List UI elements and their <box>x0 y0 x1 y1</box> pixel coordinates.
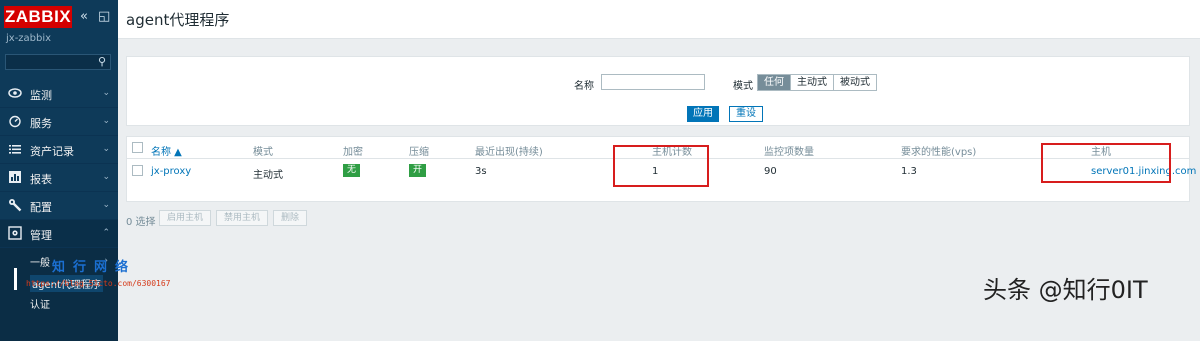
mode-option-passive[interactable]: 被动式 <box>834 75 876 90</box>
name-filter-label: 名称 <box>574 81 594 92</box>
filter-panel: 名称 模式 任何 主动式 被动式 应用 重设 <box>126 56 1190 126</box>
sidebar-item-services[interactable]: 服务 ⌄ <box>0 108 118 136</box>
proxy-mode: 主动式 <box>253 170 283 181</box>
chevron-down-icon: ⌄ <box>102 144 110 154</box>
mode-option-active[interactable]: 主动式 <box>791 75 834 90</box>
chevron-down-icon: ⌄ <box>102 172 110 182</box>
row-checkbox[interactable] <box>132 165 143 176</box>
delete-button[interactable]: 删除 <box>273 210 308 226</box>
mode-filter-segmented: 任何 主动式 被动式 <box>757 74 877 91</box>
submenu-item-authentication[interactable]: 认证 <box>30 296 50 311</box>
enable-hosts-button[interactable]: 启用主机 <box>159 210 212 226</box>
selected-count: 0 选择 <box>126 217 156 228</box>
wrench-icon <box>8 198 22 212</box>
chevron-down-icon: ⌄ <box>102 88 110 98</box>
eye-icon <box>8 86 22 100</box>
clock-icon <box>8 114 22 128</box>
sidebar-item-label: 监测 <box>30 89 52 102</box>
column-header-mode: 模式 <box>253 147 273 158</box>
sidebar-item-label: 配置 <box>30 201 52 214</box>
watermark-url: https://blog.51cto.com/6300167 <box>26 279 171 288</box>
page-header: agent代理程序 <box>118 0 1200 39</box>
sidebar-menu: 监测 ⌄ 服务 ⌄ 资产记录 ⌄ 报表 ⌄ 配置 ⌄ 管理 ⌃ 一般 › age… <box>0 80 118 341</box>
column-header-compression: 压缩 <box>409 147 429 158</box>
column-header-required-performance: 要求的性能(vps) <box>901 147 977 158</box>
sidebar-item-monitoring[interactable]: 监测 ⌄ <box>0 80 118 108</box>
sidebar-item-configuration[interactable]: 配置 ⌄ <box>0 192 118 220</box>
required-performance-value: 1.3 <box>901 166 917 177</box>
selected-indicator <box>14 268 17 290</box>
mode-option-any[interactable]: 任何 <box>758 75 791 90</box>
list-icon <box>8 142 22 156</box>
reset-button[interactable]: 重设 <box>729 106 763 122</box>
column-header-last-seen: 最近出现(持续) <box>475 147 543 158</box>
gear-icon <box>8 226 22 240</box>
sidebar-item-label: 服务 <box>30 117 52 130</box>
apply-button[interactable]: 应用 <box>687 106 719 122</box>
proxies-table: 名称 ▲ 模式 加密 压缩 最近出现(持续) 主机计数 监控项数量 要求的性能(… <box>126 136 1196 202</box>
sidebar-item-inventory[interactable]: 资产记录 ⌄ <box>0 136 118 164</box>
proxy-name-link[interactable]: jx-proxy <box>151 166 191 177</box>
name-filter-input[interactable] <box>601 74 705 90</box>
zabbix-logo[interactable]: ZABBIX <box>4 6 72 28</box>
watermark-text: 知行网络 <box>52 260 137 275</box>
sidebar-search-input[interactable]: ⚲ <box>5 54 111 70</box>
chevron-down-icon: ⌄ <box>102 200 110 210</box>
highlight-box-hosts <box>1041 143 1171 183</box>
submenu-item-general[interactable]: 一般 <box>30 254 50 269</box>
kiosk-mode-icon[interactable]: ◱ <box>98 10 110 24</box>
chevron-down-icon: ⌄ <box>102 116 110 126</box>
sidebar-item-label: 报表 <box>30 173 52 186</box>
search-icon[interactable]: ⚲ <box>98 55 106 68</box>
sidebar-item-administration[interactable]: 管理 ⌃ <box>0 220 118 248</box>
sidebar-item-label: 资产记录 <box>30 145 74 158</box>
item-count-value: 90 <box>764 166 777 177</box>
column-header-item-count: 监控项数量 <box>764 147 814 158</box>
server-name: jx-zabbix <box>6 33 52 44</box>
select-all-checkbox[interactable] <box>132 142 143 153</box>
column-header-encryption: 加密 <box>343 147 363 158</box>
column-header-name[interactable]: 名称 ▲ <box>151 143 182 158</box>
collapse-sidebar-icon[interactable]: « <box>80 10 88 24</box>
chevron-up-icon: ⌃ <box>102 228 110 238</box>
watermark-bottom: 头条 @知行0IT <box>983 276 1148 304</box>
last-seen-value: 3s <box>475 166 487 177</box>
highlight-box-host-count <box>613 145 709 187</box>
compression-badge: 开 <box>409 164 427 177</box>
disable-hosts-button[interactable]: 禁用主机 <box>216 210 269 226</box>
mode-filter-label: 模式 <box>733 81 753 92</box>
bar-chart-icon <box>8 170 22 184</box>
page-title: agent代理程序 <box>126 11 230 29</box>
encryption-badge: 无 <box>343 164 361 177</box>
sidebar-item-label: 管理 <box>30 229 52 242</box>
sidebar-item-reports[interactable]: 报表 ⌄ <box>0 164 118 192</box>
